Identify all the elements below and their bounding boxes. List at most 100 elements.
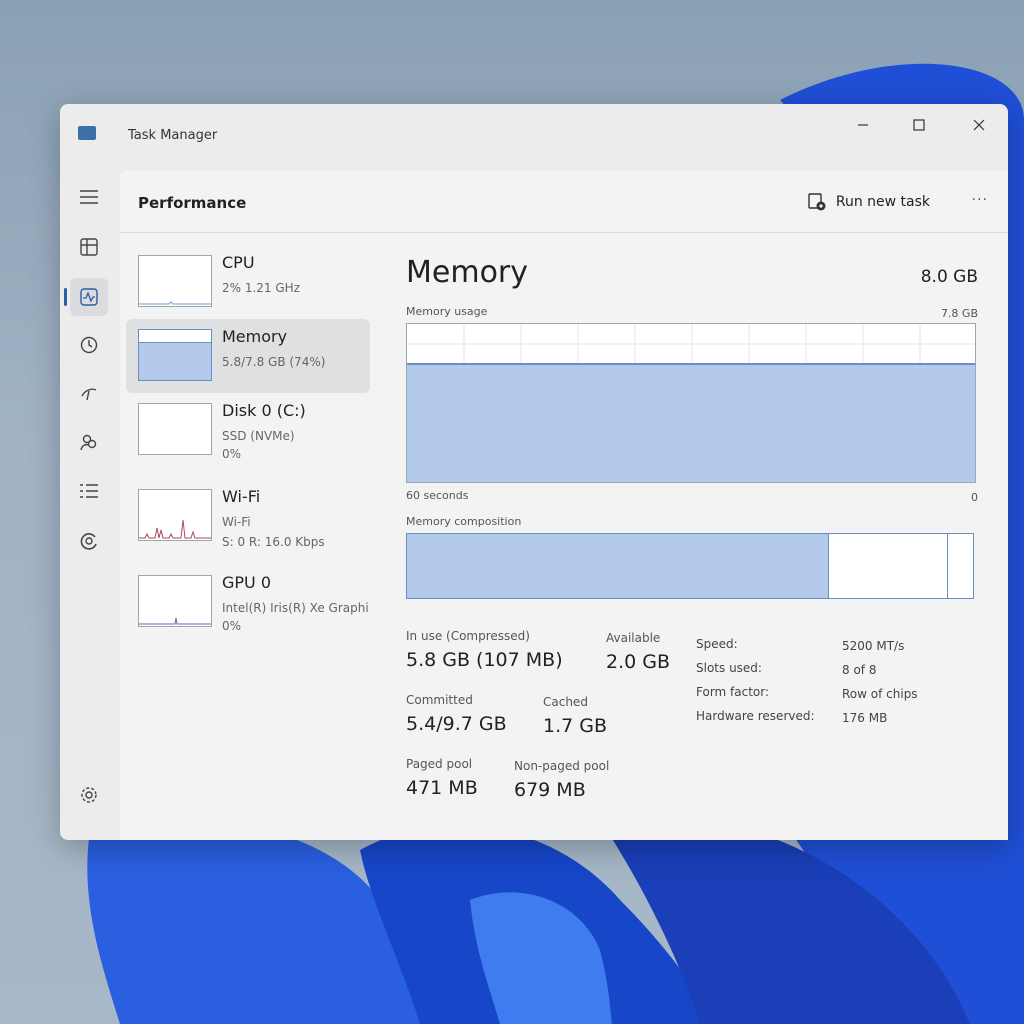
stat-non-paged-pool: Non-paged pool 679 MB (514, 759, 609, 801)
stat-in-use: In use (Compressed) 5.8 GB (107 MB) (406, 629, 563, 671)
composition-free-segment (947, 534, 973, 598)
gear-icon (81, 787, 97, 803)
resource-detail: Wi-Fi (222, 515, 251, 529)
resource-name: CPU (222, 253, 255, 272)
disk-thumbnail-graph (138, 403, 212, 455)
users-icon (80, 434, 97, 451)
stat-value: 5.4/9.7 GB (406, 713, 507, 735)
side-navigation (60, 166, 118, 840)
wifi-thumbnail-graph (138, 489, 212, 541)
nav-app-history[interactable] (70, 326, 108, 364)
startup-icon (81, 388, 97, 401)
stat-label: In use (Compressed) (406, 629, 530, 643)
resource-item-memory[interactable]: Memory 5.8/7.8 GB (74%) (126, 319, 370, 393)
stat-value: 1.7 GB (543, 715, 608, 737)
stat-value: 679 MB (514, 779, 586, 801)
resource-name: Memory (222, 327, 288, 346)
stat-value: 471 MB (406, 777, 478, 799)
memory-usage-fill (407, 363, 975, 482)
stat-label: Paged pool (406, 757, 473, 771)
close-button[interactable] (956, 110, 1002, 140)
resource-name: Disk 0 (C:) (222, 401, 306, 420)
cpu-thumbnail-graph (138, 255, 212, 307)
stat-value: 2.0 GB (606, 651, 671, 673)
performance-icon (80, 288, 98, 306)
stat-cached: Cached 1.7 GB (543, 695, 607, 737)
title-bar[interactable]: Task Manager (60, 104, 1008, 164)
resource-item-gpu[interactable]: GPU 0 Intel(R) Iris(R) Xe Graphi 0% (126, 565, 370, 639)
run-new-task-label: Run new task (835, 194, 930, 210)
spec-speed-value: 5200 MT/s (842, 639, 905, 653)
stat-label: Available (606, 631, 661, 645)
spec-form-value: Row of chips (842, 687, 918, 701)
minimize-icon (858, 124, 868, 126)
hamburger-icon (80, 190, 98, 204)
memory-composition-bar (406, 533, 974, 599)
command-bar: Performance Run new task ... (120, 170, 1008, 233)
spec-slots-label: Slots used: (696, 661, 762, 675)
stat-label: Non-paged pool (514, 759, 610, 773)
memory-thumbnail-graph (138, 329, 212, 381)
time-axis-right: 0 (971, 491, 978, 504)
resource-throughput: S: 0 R: 16.0 Kbps (222, 535, 325, 549)
nav-users[interactable] (70, 423, 108, 461)
nav-services[interactable] (70, 522, 108, 560)
resource-item-wifi[interactable]: Wi-Fi Wi-Fi S: 0 R: 16.0 Kbps (126, 479, 370, 553)
main-content: Performance Run new task ... CPU 2% 1.21… (120, 170, 1008, 840)
nav-performance[interactable] (64, 278, 108, 316)
task-manager-icon (78, 126, 96, 140)
close-icon (973, 119, 985, 131)
history-icon (80, 336, 98, 354)
spec-slots-value: 8 of 8 (842, 663, 877, 677)
resource-list: CPU 2% 1.21 GHz Memory 5.8/7.8 GB (74%) … (120, 233, 380, 840)
spec-reserved-label: Hardware reserved: (696, 709, 815, 723)
maximize-button[interactable] (896, 110, 942, 140)
details-icon (80, 484, 98, 498)
stat-committed: Committed 5.4/9.7 GB (406, 693, 507, 735)
memory-detail-panel: Memory 8.0 GB Memory usage 7.8 GB 60 sec… (400, 233, 982, 840)
run-task-icon (808, 193, 826, 211)
memory-usage-max: 7.8 GB (940, 307, 978, 320)
spec-form-label: Form factor: (696, 685, 770, 699)
stat-available: Available 2.0 GB (606, 631, 670, 673)
minimize-button[interactable] (840, 110, 886, 140)
maximize-icon (913, 119, 925, 131)
resource-name: GPU 0 (222, 573, 272, 592)
composition-standby-segment (828, 534, 948, 598)
stat-paged-pool: Paged pool 471 MB (406, 757, 478, 799)
processes-icon (80, 238, 98, 256)
detail-title: Memory (406, 255, 529, 290)
resource-detail: Intel(R) Iris(R) Xe Graphi (222, 601, 369, 615)
run-new-task-button[interactable]: Run new task (808, 188, 930, 216)
spec-reserved-value: 176 MB (842, 711, 888, 725)
stat-label: Committed (406, 693, 473, 707)
more-options-button[interactable]: ... (972, 188, 988, 204)
resource-item-disk[interactable]: Disk 0 (C:) SSD (NVMe) 0% (126, 393, 370, 467)
resource-detail: SSD (NVMe) (222, 429, 295, 443)
hamburger-menu-button[interactable] (70, 178, 108, 216)
resource-usage: 0% (222, 619, 242, 633)
resource-detail: 5.8/7.8 GB (74%) (222, 355, 326, 369)
nav-details[interactable] (70, 472, 108, 510)
stat-value: 5.8 GB (107 MB) (406, 649, 563, 671)
services-icon (80, 533, 97, 550)
task-manager-window: Task Manager Performance Run new task ..… (60, 104, 1008, 840)
nav-startup-apps[interactable] (70, 374, 108, 412)
resource-detail: 2% 1.21 GHz (222, 281, 301, 295)
memory-composition-label: Memory composition (406, 515, 522, 528)
resource-item-cpu[interactable]: CPU 2% 1.21 GHz (126, 245, 370, 319)
resource-usage: 0% (222, 447, 242, 461)
memory-total: 8.0 GB (920, 267, 978, 287)
stat-label: Cached (543, 695, 588, 709)
composition-in-use-segment (407, 534, 829, 598)
page-title: Performance (138, 194, 247, 212)
nav-processes[interactable] (70, 228, 108, 266)
resource-name: Wi-Fi (222, 487, 261, 506)
time-axis-left: 60 seconds (406, 489, 469, 502)
window-title: Task Manager (128, 128, 218, 143)
memory-usage-graph (406, 323, 976, 483)
spec-speed-label: Speed: (696, 637, 738, 651)
gpu-thumbnail-graph (138, 575, 212, 627)
memory-usage-label: Memory usage (406, 305, 488, 318)
settings-button[interactable] (70, 776, 108, 814)
